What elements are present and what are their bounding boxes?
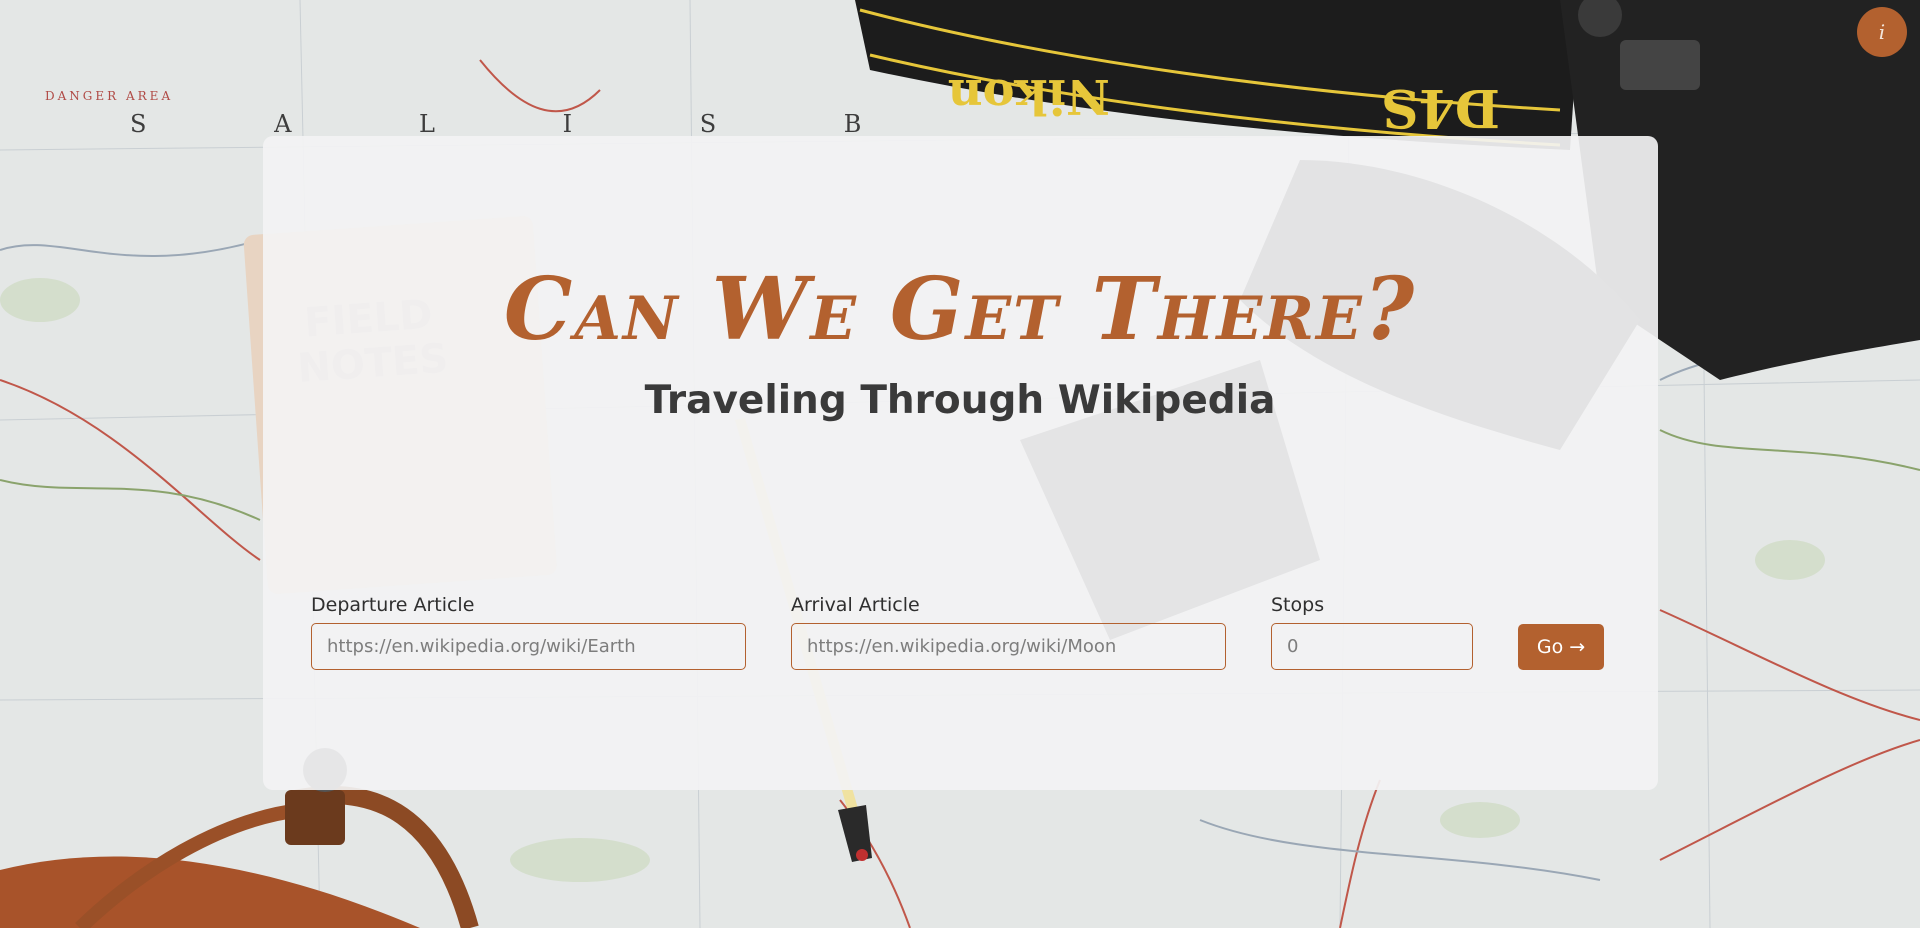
go-button[interactable]: Go → (1518, 624, 1604, 670)
svg-text:Nikon: Nikon (948, 68, 1110, 124)
info-icon: i (1878, 20, 1886, 44)
svg-text:D4S: D4S (1381, 77, 1500, 138)
page-subtitle: Traveling Through Wikipedia (644, 378, 1276, 423)
go-button-label: Go (1536, 636, 1564, 658)
departure-label: Departure Article (311, 594, 475, 616)
page-title: Can We Get There? (503, 259, 1417, 360)
departure-input[interactable] (311, 623, 746, 670)
stops-input[interactable] (1271, 623, 1473, 670)
stops-label: Stops (1271, 594, 1325, 616)
svg-text:S A L I S B: S A L I S B (130, 110, 921, 138)
svg-text:DANGER AREA: DANGER AREA (45, 89, 173, 103)
info-button[interactable]: i (1857, 7, 1907, 57)
arrival-label: Arrival Article (791, 594, 920, 616)
main-card (263, 136, 1658, 790)
arrow-right-icon: → (1569, 636, 1586, 658)
arrival-input[interactable] (791, 623, 1226, 670)
